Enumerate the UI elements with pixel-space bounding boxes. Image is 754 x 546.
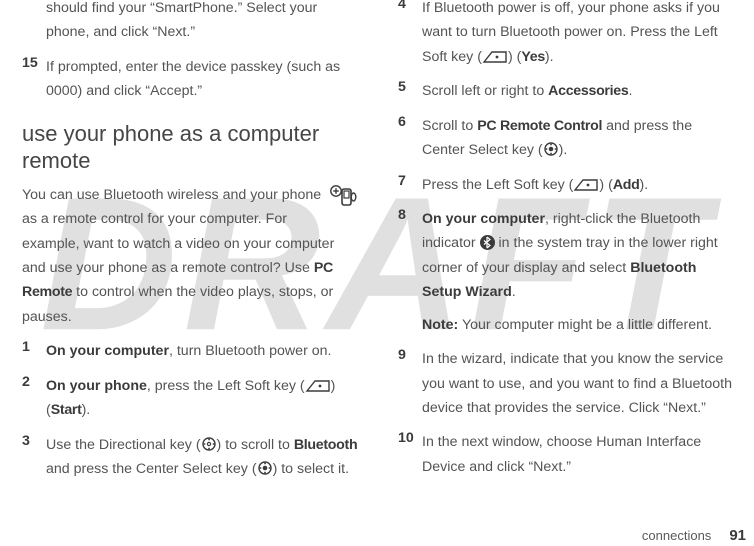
text: Scroll left or right to xyxy=(422,83,548,99)
right-column: 4 If Bluetooth power is off, your phone … xyxy=(386,0,750,542)
step-number: 8 xyxy=(398,207,422,337)
text: Use the Directional key ( xyxy=(46,437,201,453)
step-8: 8 On your computer, right-click the Blue… xyxy=(398,207,738,337)
directional-key-icon xyxy=(201,433,217,457)
step-number: 3 xyxy=(22,433,46,482)
step-number: 4 xyxy=(398,0,422,69)
page-content: should find your “SmartPhone.” Select yo… xyxy=(0,0,754,546)
note-lead: Note: xyxy=(422,317,458,333)
accessories-label: Accessories xyxy=(548,83,628,99)
text: ) to scroll to xyxy=(217,437,294,453)
text: Scroll to xyxy=(422,118,477,134)
left-soft-key-icon xyxy=(482,45,508,69)
step-5: 5 Scroll left or right to Accessories. xyxy=(398,79,738,103)
page-footer: connections 91 xyxy=(642,527,746,544)
text: should find your “SmartPhone.” Select yo… xyxy=(46,0,317,40)
text: Press the Left Soft key ( xyxy=(422,177,573,193)
text: In the next window, choose Human Interfa… xyxy=(422,434,701,474)
step-10: 10 In the next window, choose Human Inte… xyxy=(398,430,738,479)
step-6: 6 Scroll to PC Remote Control and press … xyxy=(398,114,738,163)
bluetooth-feature-icon xyxy=(330,185,358,217)
intro-paragraph: You can use Bluetooth wireless and your … xyxy=(22,183,358,330)
section-heading: use your phone as a computer remote xyxy=(22,120,358,175)
step-7: 7 Press the Left Soft key ( ) (Add). xyxy=(398,173,738,197)
text: You can use Bluetooth wireless and your … xyxy=(22,187,334,276)
step-lead: On your phone xyxy=(46,378,147,394)
center-select-key-icon xyxy=(543,138,559,162)
step-number: 7 xyxy=(398,173,422,197)
text: If prompted, enter the device passkey (s… xyxy=(46,59,340,99)
step-number: 1 xyxy=(22,339,46,363)
text: ) ( xyxy=(508,49,521,65)
left-soft-key-icon xyxy=(573,173,599,197)
step-number: 9 xyxy=(398,347,422,420)
bluetooth-label: Bluetooth xyxy=(294,437,358,453)
left-column: should find your “SmartPhone.” Select yo… xyxy=(22,0,386,542)
page-number: 91 xyxy=(729,527,746,544)
step-1: 1 On your computer, turn Bluetooth power… xyxy=(22,339,358,363)
step-4: 4 If Bluetooth power is off, your phone … xyxy=(398,0,738,69)
text: ). xyxy=(82,402,91,418)
step-number: 6 xyxy=(398,114,422,163)
text: ) to select it. xyxy=(273,461,349,477)
text: ). xyxy=(559,142,568,158)
step-2: 2 On your phone, press the Left Soft key… xyxy=(22,374,358,423)
yes-label: Yes xyxy=(521,49,545,65)
section-name: connections xyxy=(642,528,711,543)
text: and press the Center Select key ( xyxy=(46,461,257,477)
text: Your computer might be a little differen… xyxy=(458,317,712,333)
continuation-paragraph: should find your “SmartPhone.” Select yo… xyxy=(22,0,358,45)
text: ). xyxy=(640,177,649,193)
step-number: 5 xyxy=(398,79,422,103)
text: , press the Left Soft key ( xyxy=(147,378,305,394)
step-15: 15 If prompted, enter the device passkey… xyxy=(22,55,358,104)
bluetooth-tray-icon xyxy=(480,235,495,250)
center-select-key-icon xyxy=(257,457,273,481)
text: If Bluetooth power is off, your phone as… xyxy=(422,0,720,65)
step-3: 3 Use the Directional key ( ) to scroll t… xyxy=(22,433,358,482)
text: . xyxy=(628,83,632,99)
step-number: 2 xyxy=(22,374,46,423)
text: , turn Bluetooth power on. xyxy=(169,343,331,359)
start-label: Start xyxy=(51,402,82,418)
left-soft-key-icon xyxy=(305,374,331,398)
step-lead: On your computer xyxy=(46,343,169,359)
text: ) ( xyxy=(599,177,612,193)
text: . xyxy=(512,284,516,300)
add-label: Add xyxy=(613,177,640,193)
text: ). xyxy=(545,49,554,65)
text: In the wizard, indicate that you know th… xyxy=(422,351,732,416)
step-number: 15 xyxy=(22,55,46,104)
step-lead: On your computer xyxy=(422,211,545,227)
step-number: 10 xyxy=(398,430,422,479)
step-9: 9 In the wizard, indicate that you know … xyxy=(398,347,738,420)
pc-remote-control-label: PC Remote Control xyxy=(477,118,602,134)
